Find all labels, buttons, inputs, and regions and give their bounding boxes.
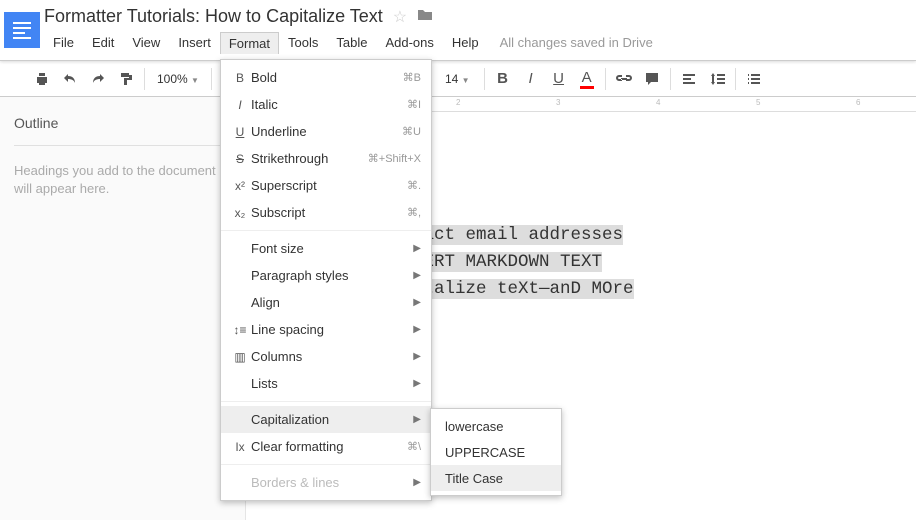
- shortcut-label: ⌘,: [407, 206, 421, 219]
- menu-item-label: Clear formatting: [251, 439, 407, 454]
- underline-icon: U: [229, 125, 251, 139]
- format-menu-font-size[interactable]: Font size▶: [221, 235, 431, 262]
- shortcut-label: ⌘\: [407, 440, 421, 453]
- columns-icon: ▥: [229, 350, 251, 364]
- menu-item-label: Font size: [251, 241, 413, 256]
- ruler-tick: 3: [556, 98, 560, 107]
- text-color-button[interactable]: A: [573, 65, 601, 93]
- undo-icon[interactable]: [56, 65, 84, 93]
- shortcut-label: ⌘I: [407, 98, 421, 111]
- menu-item-label: Underline: [251, 124, 402, 139]
- capitalization-title-case[interactable]: Title Case: [431, 465, 561, 491]
- menu-item-label: Columns: [251, 349, 413, 364]
- bold-button[interactable]: B: [489, 65, 517, 93]
- bold-icon: B: [229, 71, 251, 85]
- format-menu-paragraph-styles[interactable]: Paragraph styles▶: [221, 262, 431, 289]
- submenu-arrow-icon: ▶: [413, 477, 421, 488]
- format-menu-align[interactable]: Align▶: [221, 289, 431, 316]
- paint-format-icon[interactable]: [112, 65, 140, 93]
- format-menu-bold[interactable]: BBold⌘B: [221, 64, 431, 91]
- menu-edit[interactable]: Edit: [83, 31, 123, 54]
- menu-insert[interactable]: Insert: [169, 31, 220, 54]
- outline-title: Outline: [14, 115, 231, 131]
- menu-tools[interactable]: Tools: [279, 31, 327, 54]
- menu-item-label: Strikethrough: [251, 151, 368, 166]
- line-spacing-button[interactable]: [703, 65, 731, 93]
- clear-formatting-icon: Ix: [229, 440, 251, 454]
- numbered-list-icon[interactable]: [740, 65, 768, 93]
- format-dropdown: BBold⌘BIItalic⌘IUUnderline⌘USStrikethrou…: [220, 59, 432, 501]
- menu-item-label: Paragraph styles: [251, 268, 413, 283]
- underline-button[interactable]: U: [545, 65, 573, 93]
- insert-link-icon[interactable]: [610, 65, 638, 93]
- format-menu-strikethrough[interactable]: SStrikethrough⌘+Shift+X: [221, 145, 431, 172]
- menu-help[interactable]: Help: [443, 31, 488, 54]
- format-menu-capitalization[interactable]: Capitalization▶: [221, 406, 431, 433]
- docs-app-icon[interactable]: [0, 0, 44, 60]
- ruler-tick: 5: [756, 98, 760, 107]
- redo-icon[interactable]: [84, 65, 112, 93]
- submenu-arrow-icon: ▶: [413, 414, 421, 425]
- insert-comment-icon[interactable]: [638, 65, 666, 93]
- align-button[interactable]: [675, 65, 703, 93]
- menu-item-label: Subscript: [251, 205, 407, 220]
- submenu-arrow-icon: ▶: [413, 243, 421, 254]
- font-size-select[interactable]: 14 ▼: [435, 72, 480, 86]
- format-menu-line-spacing[interactable]: ↕≡Line spacing▶: [221, 316, 431, 343]
- menu-item-label: Capitalization: [251, 412, 413, 427]
- shortcut-label: ⌘.: [407, 179, 421, 192]
- format-menu-underline[interactable]: UUnderline⌘U: [221, 118, 431, 145]
- submenu-arrow-icon: ▶: [413, 324, 421, 335]
- submenu-arrow-icon: ▶: [413, 378, 421, 389]
- zoom-select[interactable]: 100% ▼: [149, 72, 207, 86]
- menubar: File Edit View Insert Format Tools Table…: [44, 31, 653, 54]
- submenu-arrow-icon: ▶: [413, 270, 421, 281]
- format-menu-borders-&-lines: Borders & lines▶: [221, 469, 431, 496]
- capitalization-uppercase[interactable]: UPPERCASE: [431, 439, 561, 465]
- ruler-tick: 6: [856, 98, 860, 107]
- toolbar: 100% ▼ 14 ▼ B I U A: [0, 61, 916, 97]
- menu-format[interactable]: Format: [220, 32, 279, 54]
- format-menu-columns[interactable]: ▥Columns▶: [221, 343, 431, 370]
- ruler-tick: 4: [656, 98, 660, 107]
- print-icon[interactable]: [28, 65, 56, 93]
- format-menu-italic[interactable]: IItalic⌘I: [221, 91, 431, 118]
- shortcut-label: ⌘B: [403, 71, 421, 84]
- subscript-icon: x₂: [229, 206, 251, 220]
- format-menu-superscript[interactable]: x²Superscript⌘.: [221, 172, 431, 199]
- strikethrough-icon: S: [229, 152, 251, 166]
- menu-item-label: Borders & lines: [251, 475, 413, 490]
- menu-item-label: Italic: [251, 97, 407, 112]
- menu-addons[interactable]: Add-ons: [376, 31, 442, 54]
- ruler-tick: 2: [456, 98, 460, 107]
- format-menu-subscript[interactable]: x₂Subscript⌘,: [221, 199, 431, 226]
- star-icon[interactable]: ☆: [393, 7, 407, 27]
- submenu-arrow-icon: ▶: [413, 297, 421, 308]
- shortcut-label: ⌘+Shift+X: [368, 152, 421, 165]
- capitalization-submenu: lowercaseUPPERCASETitle Case: [430, 408, 562, 496]
- save-status: All changes saved in Drive: [500, 35, 653, 50]
- menu-item-label: Align: [251, 295, 413, 310]
- italic-icon: I: [229, 98, 251, 112]
- line-spacing-icon: ↕≡: [229, 323, 251, 337]
- menu-file[interactable]: File: [44, 31, 83, 54]
- format-menu-lists[interactable]: Lists▶: [221, 370, 431, 397]
- folder-icon[interactable]: [417, 6, 433, 27]
- menu-item-label: Superscript: [251, 178, 407, 193]
- menu-item-label: Bold: [251, 70, 403, 85]
- menu-view[interactable]: View: [123, 31, 169, 54]
- format-menu-clear-formatting[interactable]: IxClear formatting⌘\: [221, 433, 431, 460]
- document-title[interactable]: Formatter Tutorials: How to Capitalize T…: [44, 6, 383, 27]
- outline-sidebar: Outline Headings you add to the document…: [0, 97, 246, 520]
- outline-empty-help: Headings you add to the document will ap…: [14, 162, 231, 198]
- capitalization-lowercase[interactable]: lowercase: [431, 413, 561, 439]
- superscript-icon: x²: [229, 179, 251, 193]
- italic-button[interactable]: I: [517, 65, 545, 93]
- submenu-arrow-icon: ▶: [413, 351, 421, 362]
- shortcut-label: ⌘U: [402, 125, 421, 138]
- menu-table[interactable]: Table: [327, 31, 376, 54]
- menu-item-label: Line spacing: [251, 322, 413, 337]
- menu-item-label: Lists: [251, 376, 413, 391]
